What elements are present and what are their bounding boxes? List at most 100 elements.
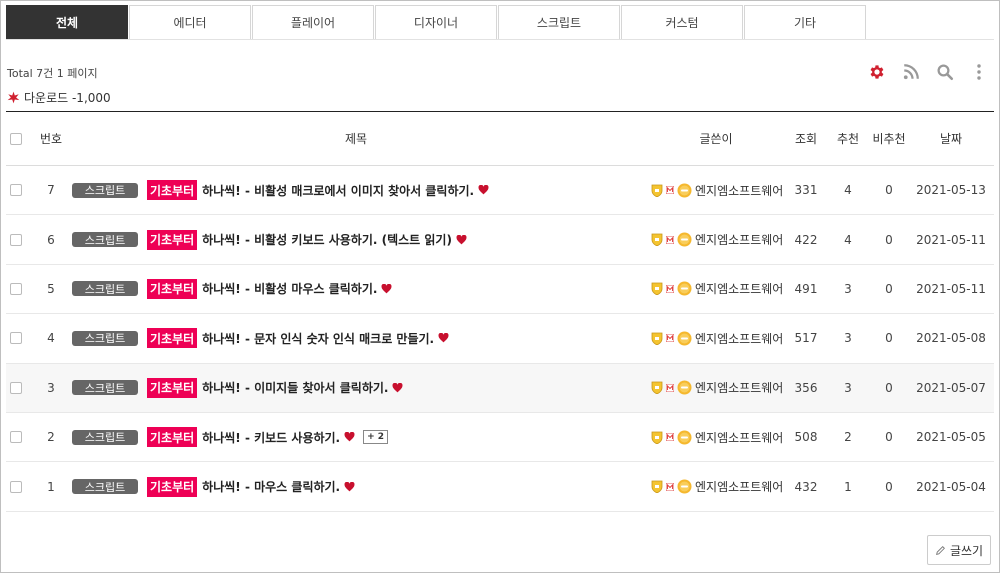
row-checkbox[interactable] [10,265,22,313]
header-dislikes[interactable]: 비추천 [868,112,910,165]
comment-count[interactable]: + 2 [363,430,389,445]
tab-2[interactable]: 플레이어 [252,5,374,40]
row-likes: 2 [844,430,852,445]
tab-1[interactable]: 에디터 [129,5,251,40]
row-date: 2021-05-11 [916,232,986,247]
tag-badge: 기초부터 [147,229,198,250]
row-date: 2021-05-13 [916,183,986,198]
row-no: 2 [47,430,55,445]
row-no: 5 [47,281,55,296]
avatar-coin-icon [677,380,692,395]
write-button[interactable]: 글쓰기 [927,535,991,565]
member-badge-icon [666,235,674,244]
row-views: 432 [794,479,818,494]
pencil-icon [935,545,945,555]
table-row[interactable]: 3 스크립트 기초부터 하나씩! - 이미지들 찾아서 클릭하기. 엔지엠소프트웨어 35… [6,363,994,413]
row-title-cell: 스크립트 기초부터 하나씩! - 비활성 매크로에서 이미지 찾아서 클릭하기. [72,166,489,214]
row-author[interactable]: 엔지엠소프트웨어 [651,364,783,412]
row-checkbox[interactable] [10,462,22,510]
table-row[interactable]: 6 스크립트 기초부터 하나씩! - 비활성 키보드 사용하기. (텍스트 읽기) 엔지… [6,215,994,265]
post-title-link[interactable]: 하나씩! - 키보드 사용하기. [202,429,340,446]
row-dislikes: 0 [885,281,893,296]
more-button[interactable] [969,61,989,83]
table-row[interactable]: 5 스크립트 기초부터 하나씩! - 비활성 마우스 클릭하기. 엔지엠소프트웨어 491… [6,265,994,315]
board-frame: 전체 에디터 플레이어 디자이너 스크립트 커스텀 기타 Total 7건 1 페이지 다운… [0,0,1000,573]
rss-button[interactable] [901,61,921,83]
table-row[interactable]: 2 스크립트 기초부터 하나씩! - 키보드 사용하기. + 2 엔지엠소프트웨어 508 2… [6,413,994,463]
tab-5[interactable]: 커스텀 [621,5,743,40]
row-author[interactable]: 엔지엠소프트웨어 [651,166,783,214]
post-list: 7 스크립트 기초부터 하나씩! - 비활성 매크로에서 이미지 찾아서 클릭하기. 엔… [6,166,994,512]
header-views[interactable]: 조회 [786,112,826,165]
category-badge[interactable]: 스크립트 [72,380,138,396]
row-checkbox[interactable] [10,166,22,214]
category-badge[interactable]: 스크립트 [72,281,138,297]
tag-badge: 기초부터 [147,377,198,398]
tab-4[interactable]: 스크립트 [498,5,620,40]
row-title-cell: 스크립트 기초부터 하나씩! - 마우스 클릭하기. [72,462,355,510]
row-no: 7 [47,183,55,198]
category-tabs: 전체 에디터 플레이어 디자이너 스크립트 커스텀 기타 [6,5,867,40]
post-title-link[interactable]: 하나씩! - 이미지들 찾아서 클릭하기. [202,379,388,396]
table-row[interactable]: 4 스크립트 기초부터 하나씩! - 문자 인식 숫자 인식 매크로 만들기. 엔지엠소… [6,314,994,364]
level-shield-icon [651,431,663,444]
gear-icon [870,65,884,79]
row-author[interactable]: 엔지엠소프트웨어 [651,215,783,263]
row-dislikes: 0 [885,380,893,395]
row-date: 2021-05-04 [916,479,986,494]
heart-icon [393,382,403,393]
row-author[interactable]: 엔지엠소프트웨어 [651,314,783,362]
star-burst-icon [7,91,20,104]
row-date: 2021-05-11 [916,281,986,296]
post-title-link[interactable]: 하나씩! - 비활성 매크로에서 이미지 찾아서 클릭하기. [202,182,474,199]
avatar-coin-icon [677,281,692,296]
category-badge[interactable]: 스크립트 [72,429,138,445]
level-shield-icon [651,184,663,197]
post-title-link[interactable]: 하나씩! - 마우스 클릭하기. [202,478,340,495]
category-badge[interactable]: 스크립트 [72,330,138,346]
header-date[interactable]: 날짜 [916,112,986,165]
heart-icon [381,283,392,294]
tag-badge: 기초부터 [147,278,198,299]
row-author[interactable]: 엔지엠소프트웨어 [651,413,783,461]
member-badge-icon [666,284,674,293]
avatar-coin-icon [677,183,692,198]
tab-3[interactable]: 디자이너 [375,5,497,40]
row-checkbox[interactable] [10,215,22,263]
heart-icon [344,432,355,442]
table-header: 번호 제목 글쓴이 조회 추천 비추천 날짜 [6,112,994,166]
table-row[interactable]: 7 스크립트 기초부터 하나씩! - 비활성 매크로에서 이미지 찾아서 클릭하기. 엔… [6,166,994,216]
author-name: 엔지엠소프트웨어 [695,430,784,445]
row-likes: 3 [844,380,852,395]
category-badge[interactable]: 스크립트 [72,182,138,198]
row-author[interactable]: 엔지엠소프트웨어 [651,265,783,313]
row-checkbox[interactable] [10,364,22,412]
avatar-coin-icon [677,232,692,247]
settings-button[interactable] [867,61,887,83]
row-date: 2021-05-05 [916,430,986,445]
row-checkbox[interactable] [10,314,22,362]
select-all-checkbox[interactable] [10,112,22,165]
row-views: 331 [794,183,818,198]
search-button[interactable] [935,61,955,83]
row-title-cell: 스크립트 기초부터 하나씩! - 키보드 사용하기. + 2 [72,413,389,461]
category-badge[interactable]: 스크립트 [72,232,138,248]
row-likes: 4 [844,232,852,247]
row-likes: 4 [844,183,852,198]
member-badge-icon [666,334,674,343]
category-badge[interactable]: 스크립트 [72,479,138,495]
row-author[interactable]: 엔지엠소프트웨어 [651,462,783,510]
tab-6[interactable]: 기타 [744,5,866,40]
row-title-cell: 스크립트 기초부터 하나씩! - 이미지들 찾아서 클릭하기. [72,364,403,412]
header-likes[interactable]: 추천 [829,112,867,165]
tag-badge: 기초부터 [147,180,198,201]
table-row[interactable]: 1 스크립트 기초부터 하나씩! - 마우스 클릭하기. 엔지엠소프트웨어 432 1 0 20… [6,462,994,512]
post-title-link[interactable]: 하나씩! - 비활성 마우스 클릭하기. [202,280,377,297]
heart-icon [478,185,489,195]
post-title-link[interactable]: 하나씩! - 문자 인식 숫자 인식 매크로 만들기. [202,330,434,347]
post-title-link[interactable]: 하나씩! - 비활성 키보드 사용하기. (텍스트 읽기) [202,231,452,248]
tab-0[interactable]: 전체 [6,5,128,40]
member-badge-icon [666,433,674,442]
row-checkbox[interactable] [10,413,22,461]
row-date: 2021-05-08 [916,331,986,346]
